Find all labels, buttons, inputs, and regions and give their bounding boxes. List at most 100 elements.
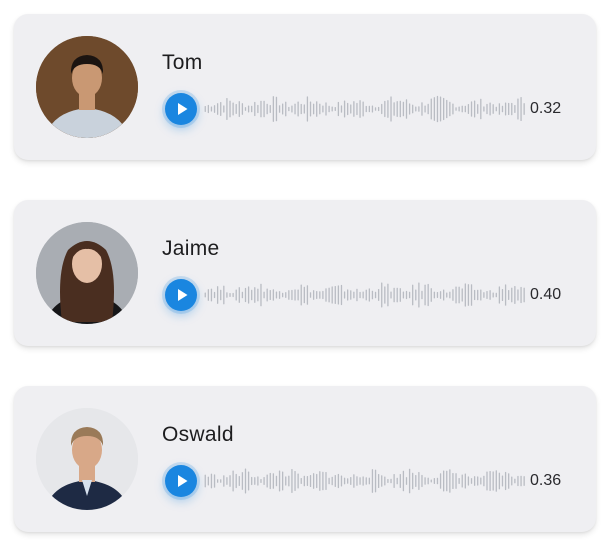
waveform-bar <box>495 292 497 298</box>
waveform-bar <box>229 475 231 487</box>
waveform-bar <box>322 290 324 300</box>
waveform-bar <box>325 288 327 302</box>
waveform-bar <box>446 99 448 119</box>
waveform-bar <box>232 470 234 492</box>
waveform-bar <box>247 471 250 491</box>
waveform-bar <box>461 474 463 488</box>
waveform-bar <box>514 286 516 304</box>
waveform-bar <box>359 100 361 118</box>
waveform-bar <box>492 471 494 491</box>
waveform-bar <box>266 474 268 488</box>
voice-message-card: Jaime 0.40 <box>14 200 596 346</box>
waveform[interactable] <box>204 466 526 496</box>
waveform[interactable] <box>204 280 526 310</box>
waveform-bar <box>433 291 436 299</box>
waveform-bar <box>399 288 401 302</box>
waveform-bar <box>340 105 343 113</box>
waveform-bar <box>334 107 336 111</box>
waveform-bar <box>402 470 405 492</box>
waveform-bar <box>269 105 271 113</box>
waveform-bar <box>384 100 386 118</box>
waveform-bar <box>343 100 346 118</box>
waveform-bar <box>260 100 262 118</box>
voice-message-list: Tom 0.32 Jaime 0.40 Oswald 0.36 <box>0 0 608 545</box>
waveform-bar <box>408 291 411 299</box>
waveform-bar <box>396 287 398 303</box>
waveform-bar <box>235 289 237 301</box>
waveform-bar <box>408 103 411 115</box>
waveform-bar <box>235 104 237 114</box>
waveform-bar <box>483 106 485 112</box>
waveform-bar <box>316 101 318 117</box>
waveform-bar <box>399 474 401 488</box>
waveform-bar <box>275 291 278 299</box>
waveform-bar <box>436 291 439 299</box>
waveform-bar <box>316 291 318 299</box>
waveform-bar <box>443 97 445 121</box>
waveform-bar <box>461 105 463 113</box>
waveform-bar <box>390 96 392 122</box>
waveform-bar <box>362 476 364 486</box>
waveform-bar <box>300 103 302 115</box>
play-button[interactable] <box>165 93 197 125</box>
waveform-bar <box>371 469 374 493</box>
duration-label: 0.36 <box>530 472 562 489</box>
waveform-bar <box>232 292 234 298</box>
waveform-bar <box>486 291 488 299</box>
waveform-bar <box>473 289 476 301</box>
play-button[interactable] <box>165 279 197 311</box>
waveform-bar <box>405 99 408 119</box>
waveform-bar <box>415 474 417 488</box>
waveform-bar <box>480 477 482 485</box>
waveform-bar <box>523 476 525 486</box>
waveform-bar <box>455 107 457 111</box>
waveform-bar <box>306 476 309 486</box>
waveform-bar <box>421 102 423 116</box>
sender-name: Oswald <box>162 423 234 446</box>
waveform-bar <box>266 288 268 302</box>
waveform-bar <box>374 469 377 493</box>
waveform-bar <box>303 286 305 304</box>
waveform-bar <box>384 286 386 304</box>
waveform-bar <box>340 475 343 487</box>
waveform-bar <box>288 106 290 112</box>
waveform-bar <box>430 479 432 483</box>
waveform-bar <box>328 105 330 113</box>
waveform-bar <box>312 103 315 115</box>
play-button[interactable] <box>165 465 197 497</box>
waveform-bar <box>514 478 516 484</box>
waveform-bar <box>405 290 408 300</box>
waveform-bar <box>297 473 299 489</box>
waveform-bar <box>347 102 349 116</box>
waveform-bar <box>347 478 349 484</box>
waveform-bar <box>278 105 281 113</box>
waveform-bar <box>347 289 349 301</box>
waveform-bar <box>439 291 442 299</box>
waveform-bar <box>368 105 370 113</box>
waveform-bar <box>359 477 361 485</box>
waveform-bar <box>334 286 336 304</box>
waveform-bar <box>464 473 466 489</box>
waveform-bar <box>309 101 312 117</box>
waveform-bar <box>275 96 278 122</box>
waveform-bar <box>393 474 395 488</box>
waveform-bar <box>331 106 333 112</box>
waveform-bar <box>294 289 296 301</box>
waveform-bar <box>520 286 522 304</box>
waveform[interactable] <box>204 94 526 124</box>
waveform-bar <box>470 101 473 117</box>
waveform-bar <box>492 292 494 298</box>
waveform-bar <box>350 290 352 300</box>
waveform-bar <box>337 285 340 305</box>
waveform-bar <box>353 101 355 117</box>
waveform-bar <box>350 477 352 486</box>
waveform-bar <box>399 100 401 118</box>
sender-name: Tom <box>162 51 203 74</box>
waveform-bar <box>470 478 473 484</box>
waveform-bar <box>377 473 380 489</box>
waveform-bar <box>288 290 290 300</box>
waveform-bar <box>381 103 383 115</box>
waveform-bar <box>511 476 513 486</box>
waveform-bar <box>412 104 414 114</box>
waveform-bar <box>495 470 497 492</box>
